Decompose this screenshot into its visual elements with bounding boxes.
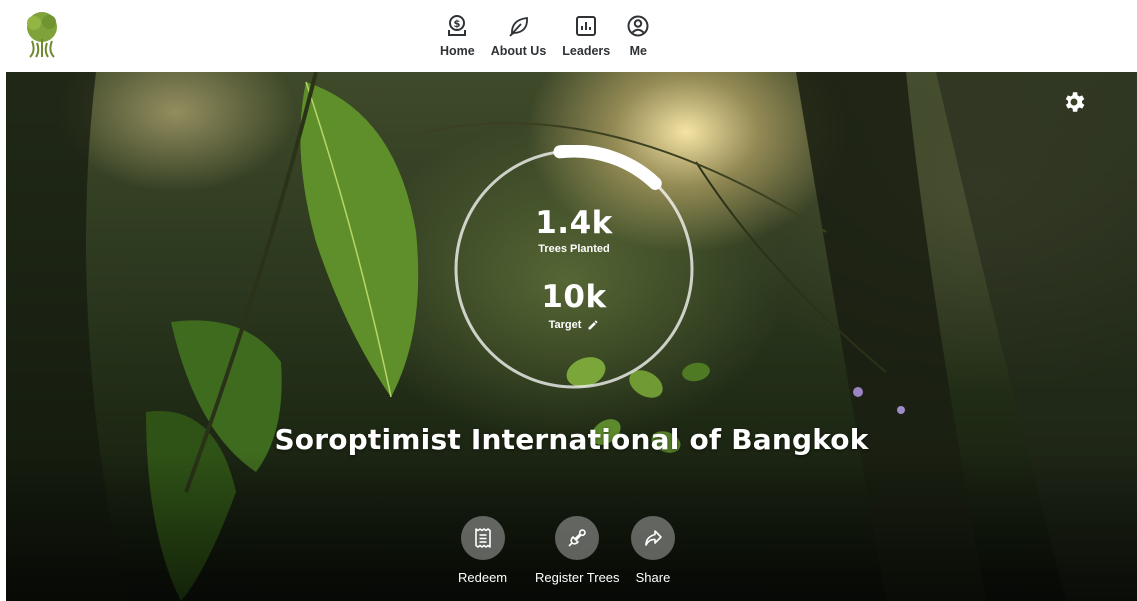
trees-progress-ring [454, 145, 694, 389]
nav-about-us[interactable]: About Us [483, 14, 555, 64]
trees-planted-value: 1.4k [535, 205, 613, 241]
nav-me[interactable]: Me [618, 14, 658, 64]
nav-leaders-label: Leaders [562, 44, 611, 58]
pencil-icon [588, 320, 598, 330]
trees-planted-label: Trees Planted [538, 243, 610, 255]
target-label: Target [548, 319, 582, 331]
settings-gear-icon[interactable] [1061, 89, 1087, 115]
top-navigation-bar: $ Home About Us Leaders Me [0, 0, 1137, 72]
shovel-icon [568, 529, 587, 547]
redeem-circle [460, 516, 505, 560]
main-nav: $ Home About Us Leaders Me [432, 14, 658, 64]
share-circle [631, 516, 675, 560]
share-button[interactable]: Share [631, 516, 675, 585]
organization-name: Soroptimist International of Bangkok [274, 423, 869, 456]
target-value: 10k [541, 279, 607, 315]
progress-arc [553, 145, 662, 190]
action-buttons: Redeem Register Trees Share [6, 516, 1137, 586]
nav-me-label: Me [629, 44, 647, 58]
hero-banner: 1.4k Trees Planted 10k Target Soroptimis… [6, 72, 1137, 601]
plant-for-the-planet-logo[interactable] [22, 11, 62, 59]
target-block: 10k Target [450, 279, 698, 331]
edit-target-button[interactable]: Target [450, 319, 698, 331]
register-trees-button[interactable]: Register Trees [535, 516, 620, 585]
receipt-icon [474, 528, 491, 548]
user-icon [627, 15, 649, 37]
share-label: Share [635, 570, 671, 585]
nav-leaders[interactable]: Leaders [554, 14, 618, 64]
home-coin-icon: $ [448, 15, 467, 36]
share-icon [645, 530, 662, 546]
redeem-button[interactable]: Redeem [458, 516, 507, 585]
register-trees-circle [555, 516, 600, 560]
leaf-icon [508, 16, 528, 37]
register-trees-label: Register Trees [535, 570, 620, 585]
nav-home[interactable]: $ Home [432, 14, 483, 64]
nav-home-label: Home [440, 44, 475, 58]
leaderboard-icon [576, 16, 597, 36]
redeem-label: Redeem [458, 570, 508, 585]
trees-planted-block: 1.4k Trees Planted [450, 205, 698, 255]
nav-about-us-label: About Us [490, 44, 547, 58]
svg-text:$: $ [454, 19, 461, 30]
